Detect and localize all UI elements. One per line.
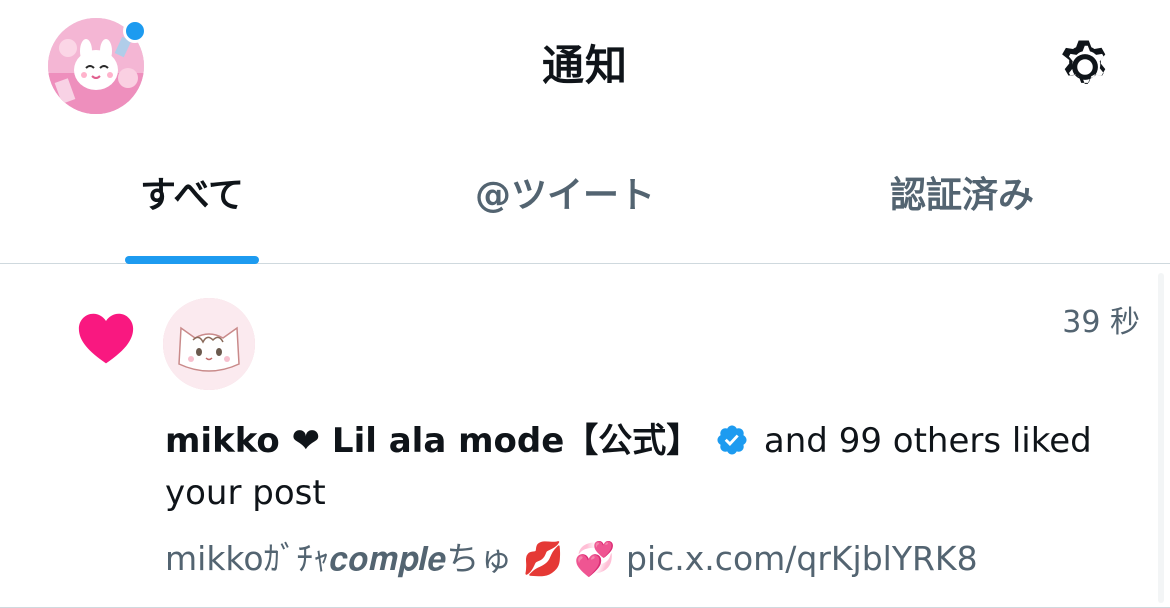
notification-text: mikko ❤ Lil ala mode【公式】 and 99 others l… — [165, 415, 1115, 519]
tab-mentions[interactable]: @ツイート — [430, 150, 700, 263]
settings-button[interactable] — [1050, 34, 1120, 100]
active-tab-indicator — [125, 256, 259, 264]
post-preview[interactable]: mikkoｶﾞﾁｬ𝒄𝒐𝒎𝒑𝒍𝒆ちゅ 💋 💞 pic.x.com/qrKjblYR… — [165, 537, 1125, 581]
post-image-link[interactable]: pic.x.com/qrKjblYRK8 — [626, 539, 978, 578]
post-preview-text: mikkoｶﾞﾁｬ𝒄𝒐𝒎𝒑𝒍𝒆ちゅ 💋 💞 — [165, 539, 627, 578]
tab-verified[interactable]: 認証済み — [830, 150, 1094, 263]
liker-avatar[interactable] — [163, 298, 255, 390]
notification-item[interactable]: 39 秒 mikko ❤ Lil ala mode【公式】 and 99 oth… — [0, 265, 1170, 608]
notification-tabs: すべて @ツイート 認証済み — [0, 150, 1170, 264]
notification-timestamp: 39 秒 — [1062, 305, 1140, 340]
top-header: 通知 — [0, 0, 1170, 134]
page-title: 通知 — [541, 41, 628, 90]
user-name-link[interactable]: mikko ❤ Lil ala mode【公式】 — [165, 421, 700, 461]
heart-icon — [78, 313, 134, 364]
scrollbar[interactable] — [1158, 273, 1164, 603]
gear-icon — [1062, 40, 1106, 84]
cat-avatar-image — [163, 298, 255, 390]
verified-badge-icon — [717, 425, 747, 455]
tab-all[interactable]: すべて — [60, 150, 324, 263]
